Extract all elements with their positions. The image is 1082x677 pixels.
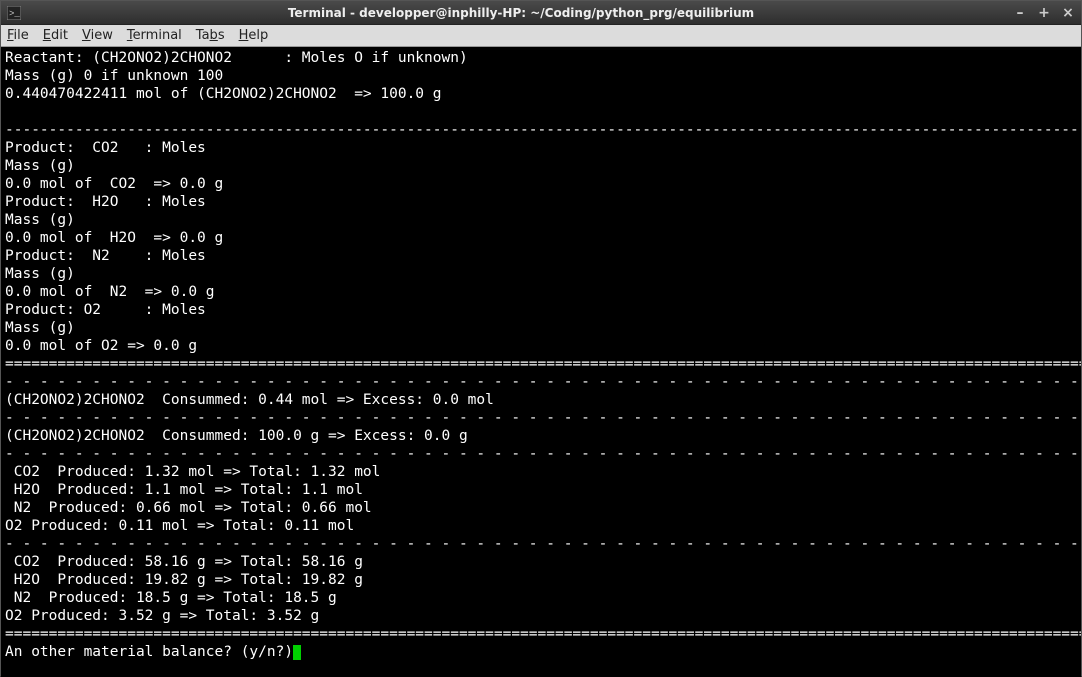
terminal-line: Mass (g) 0 if unknown 100 — [5, 68, 223, 84]
terminal-line: CO2 Produced: 58.16 g => Total: 58.16 g — [5, 554, 363, 570]
terminal-line: ========================================… — [5, 356, 1081, 372]
terminal-line: ----------------------------------------… — [5, 122, 1081, 138]
terminal-line: ========================================… — [5, 626, 1081, 642]
terminal-line: Mass (g) — [5, 212, 75, 228]
terminal-prompt-line: An other material balance? (y/n?) — [5, 644, 301, 660]
terminal-line: Mass (g) — [5, 158, 75, 174]
maximize-button[interactable]: + — [1037, 5, 1051, 21]
menu-tabs[interactable]: Tabs — [196, 28, 225, 43]
terminal-line: 0.0 mol of O2 => 0.0 g — [5, 338, 197, 354]
minimize-button[interactable]: – — [1013, 5, 1027, 21]
terminal-line: - - - - - - - - - - - - - - - - - - - - … — [5, 536, 1081, 552]
terminal-line: - - - - - - - - - - - - - - - - - - - - … — [5, 410, 1081, 426]
terminal-line: O2 Produced: 3.52 g => Total: 3.52 g — [5, 608, 319, 624]
window-titlebar: >_ Terminal - developper@inphilly-HP: ~/… — [1, 1, 1081, 25]
menubar: File Edit View Terminal Tabs Help — [1, 25, 1081, 47]
terminal-line: O2 Produced: 0.11 mol => Total: 0.11 mol — [5, 518, 354, 534]
terminal-line: Product: N2 : Moles — [5, 248, 206, 264]
terminal-line: H2O Produced: 1.1 mol => Total: 1.1 mol — [5, 482, 363, 498]
svg-text:>_: >_ — [9, 9, 20, 19]
terminal-line: (CH2ONO2)2CHONO2 Consummed: 0.44 mol => … — [5, 392, 494, 408]
terminal-line: N2 Produced: 18.5 g => Total: 18.5 g — [5, 590, 337, 606]
close-button[interactable]: × — [1061, 5, 1075, 21]
terminal-icon: >_ — [7, 6, 21, 20]
terminal-line: Mass (g) — [5, 266, 75, 282]
terminal-line: 0.440470422411 mol of (CH2ONO2)2CHONO2 =… — [5, 86, 442, 102]
terminal-line: 0.0 mol of N2 => 0.0 g — [5, 284, 215, 300]
terminal-line: H2O Produced: 19.82 g => Total: 19.82 g — [5, 572, 363, 588]
terminal-output[interactable]: Reactant: (CH2ONO2)2CHONO2 : Moles O if … — [1, 47, 1081, 677]
menu-view[interactable]: View — [82, 28, 113, 43]
terminal-line: Reactant: (CH2ONO2)2CHONO2 : Moles O if … — [5, 50, 468, 66]
menu-edit[interactable]: Edit — [43, 28, 68, 43]
terminal-line: N2 Produced: 0.66 mol => Total: 0.66 mol — [5, 500, 372, 516]
terminal-line: - - - - - - - - - - - - - - - - - - - - … — [5, 374, 1081, 390]
terminal-line: - - - - - - - - - - - - - - - - - - - - … — [5, 446, 1081, 462]
cursor — [293, 645, 301, 660]
window-title: Terminal - developper@inphilly-HP: ~/Cod… — [29, 6, 1013, 20]
terminal-line: Product: H2O : Moles — [5, 194, 206, 210]
terminal-line: Product: CO2 : Moles — [5, 140, 206, 156]
terminal-line: 0.0 mol of CO2 => 0.0 g — [5, 176, 223, 192]
terminal-line: Product: O2 : Moles — [5, 302, 206, 318]
terminal-line: Mass (g) — [5, 320, 75, 336]
terminal-line: 0.0 mol of H2O => 0.0 g — [5, 230, 223, 246]
terminal-line: (CH2ONO2)2CHONO2 Consummed: 100.0 g => E… — [5, 428, 468, 444]
menu-help[interactable]: Help — [239, 28, 269, 43]
menu-file[interactable]: File — [7, 28, 29, 43]
prompt-text: An other material balance? (y/n?) — [5, 644, 293, 660]
window-controls: – + × — [1013, 5, 1075, 21]
menu-terminal[interactable]: Terminal — [127, 28, 182, 43]
terminal-line: CO2 Produced: 1.32 mol => Total: 1.32 mo… — [5, 464, 380, 480]
